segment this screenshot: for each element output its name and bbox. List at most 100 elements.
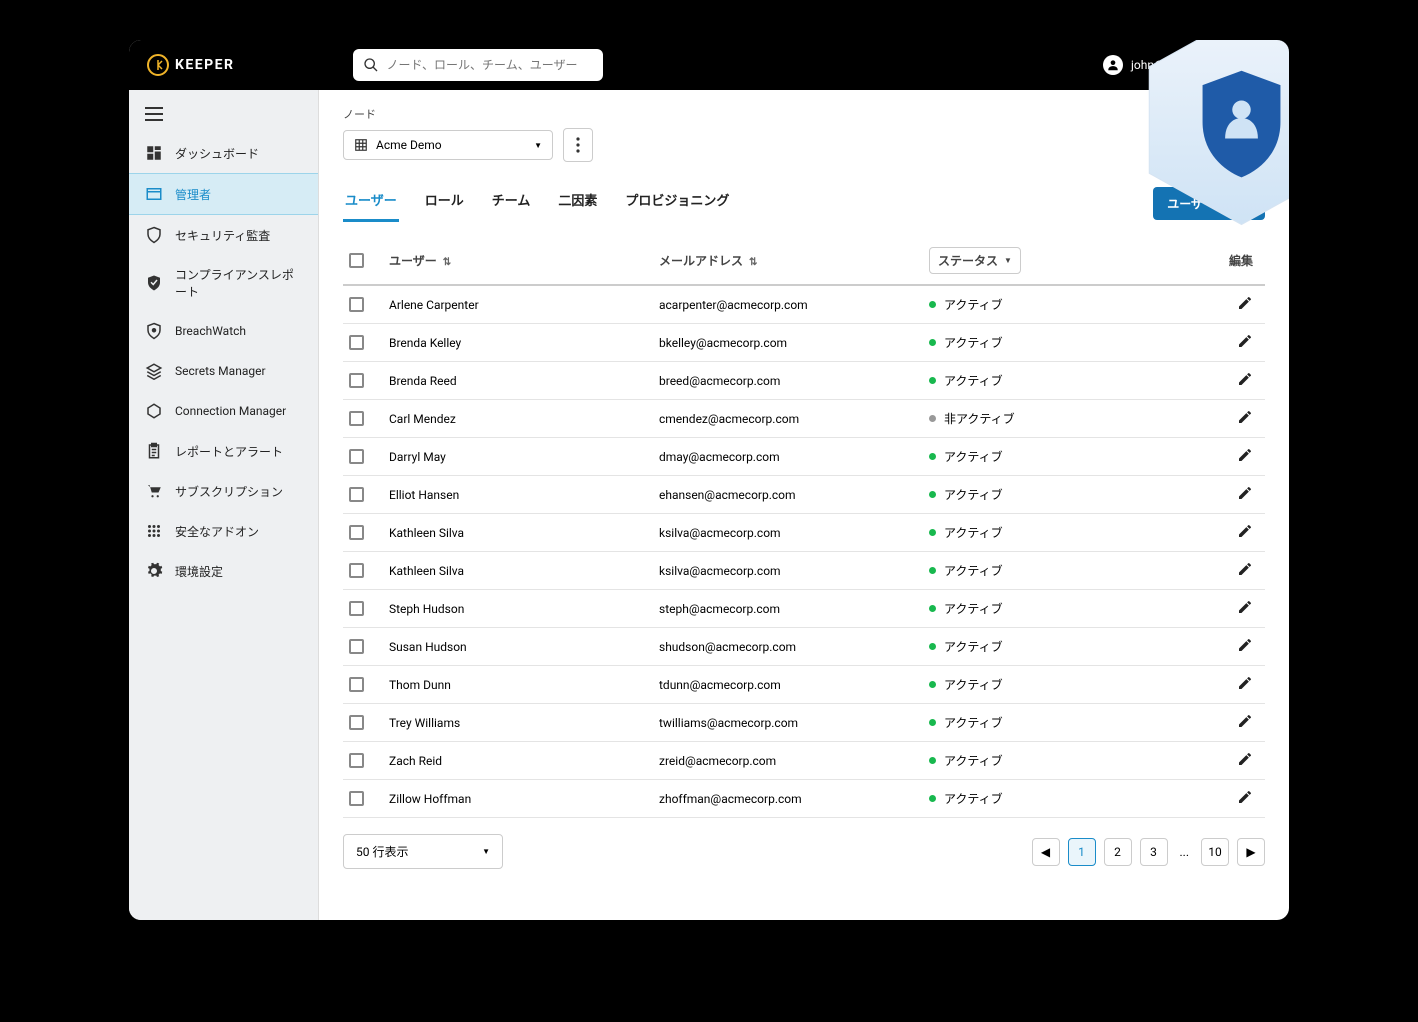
column-email[interactable]: メールアドレス bbox=[659, 252, 929, 269]
status-dot-icon bbox=[929, 567, 936, 574]
row-checkbox[interactable] bbox=[349, 715, 364, 730]
sidebar-item-breachwatch[interactable]: BreachWatch bbox=[129, 311, 318, 351]
row-checkbox[interactable] bbox=[349, 297, 364, 312]
tab-二因素[interactable]: 二因素 bbox=[556, 184, 599, 222]
row-checkbox[interactable] bbox=[349, 487, 364, 502]
status-dot-icon bbox=[929, 377, 936, 384]
row-checkbox[interactable] bbox=[349, 411, 364, 426]
chevron-down-icon: ▼ bbox=[534, 141, 542, 150]
page-3[interactable]: 3 bbox=[1140, 838, 1168, 866]
tab-チーム[interactable]: チーム bbox=[490, 184, 533, 222]
search-box[interactable] bbox=[353, 49, 603, 81]
user-email: twilliams@acmecorp.com bbox=[659, 716, 929, 730]
status-dot-icon bbox=[929, 757, 936, 764]
edit-button[interactable] bbox=[1237, 756, 1253, 770]
sidebar-item-admin[interactable]: 管理者 bbox=[129, 173, 318, 215]
node-selector[interactable]: Acme Demo ▼ bbox=[343, 130, 553, 160]
edit-button[interactable] bbox=[1237, 718, 1253, 732]
edit-button[interactable] bbox=[1237, 490, 1253, 504]
select-all-checkbox[interactable] bbox=[349, 253, 364, 268]
table-row: Trey Williamstwilliams@acmecorp.comアクティブ bbox=[343, 704, 1265, 742]
sidebar-item-label: レポートとアラート bbox=[175, 443, 283, 460]
user-email: ksilva@acmecorp.com bbox=[659, 564, 929, 578]
table-row: Carl Mendezcmendez@acmecorp.com非アクティブ bbox=[343, 400, 1265, 438]
page-prev[interactable]: ◀ bbox=[1032, 838, 1060, 866]
status-dot-icon bbox=[929, 681, 936, 688]
search-wrap bbox=[353, 49, 603, 81]
sidebar-item-secure-addons[interactable]: 安全なアドオン bbox=[129, 511, 318, 551]
gear-icon bbox=[145, 562, 163, 580]
edit-button[interactable] bbox=[1237, 414, 1253, 428]
sidebar-item-dashboard[interactable]: ダッシュボード bbox=[129, 133, 318, 173]
row-checkbox[interactable] bbox=[349, 373, 364, 388]
user-status: アクティブ bbox=[929, 296, 1199, 313]
pencil-icon bbox=[1237, 485, 1253, 501]
row-checkbox[interactable] bbox=[349, 677, 364, 692]
edit-button[interactable] bbox=[1237, 338, 1253, 352]
column-user[interactable]: ユーザー bbox=[389, 252, 659, 269]
table-row: Zillow Hoffmanzhoffman@acmecorp.comアクティブ bbox=[343, 780, 1265, 818]
user-name: Darryl May bbox=[389, 450, 659, 464]
table-header: ユーザー メールアドレス ステータス▼ 編集 bbox=[343, 237, 1265, 286]
page-10[interactable]: 10 bbox=[1201, 838, 1229, 866]
node-more-menu[interactable] bbox=[563, 128, 593, 162]
edit-button[interactable] bbox=[1237, 300, 1253, 314]
sidebar-item-label: 環境設定 bbox=[175, 563, 223, 580]
user-status: アクティブ bbox=[929, 486, 1199, 503]
sidebar-item-label: 安全なアドオン bbox=[175, 523, 259, 540]
layers-icon bbox=[145, 362, 163, 380]
sidebar-item-settings[interactable]: 環境設定 bbox=[129, 551, 318, 591]
shield-check-icon bbox=[145, 274, 163, 292]
sidebar-item-security-audit[interactable]: セキュリティ監査 bbox=[129, 215, 318, 255]
tab-ユーザー[interactable]: ユーザー bbox=[343, 184, 399, 222]
pencil-icon bbox=[1237, 561, 1253, 577]
security-shield-badge bbox=[1139, 40, 1289, 235]
sidebar-item-connection-manager[interactable]: Connection Manager bbox=[129, 391, 318, 431]
user-status: アクティブ bbox=[929, 638, 1199, 655]
user-name: Thom Dunn bbox=[389, 678, 659, 692]
body: ダッシュボード管理者セキュリティ監査コンプライアンスレポートBreachWatc… bbox=[129, 90, 1289, 920]
status-dot-icon bbox=[929, 491, 936, 498]
edit-button[interactable] bbox=[1237, 642, 1253, 656]
apps-icon bbox=[145, 522, 163, 540]
row-checkbox[interactable] bbox=[349, 639, 364, 654]
sidebar-item-compliance[interactable]: コンプライアンスレポート bbox=[129, 255, 318, 311]
row-checkbox[interactable] bbox=[349, 791, 364, 806]
tab-プロビジョニング[interactable]: プロビジョニング bbox=[623, 184, 731, 222]
edit-button[interactable] bbox=[1237, 604, 1253, 618]
pencil-icon bbox=[1237, 409, 1253, 425]
page-1[interactable]: 1 bbox=[1068, 838, 1096, 866]
user-email: breed@acmecorp.com bbox=[659, 374, 929, 388]
rows-per-page-select[interactable]: 50 行表示 ▼ bbox=[343, 834, 503, 869]
status-dot-icon bbox=[929, 795, 936, 802]
page-next[interactable]: ▶ bbox=[1237, 838, 1265, 866]
hamburger-menu[interactable] bbox=[129, 98, 318, 133]
row-checkbox[interactable] bbox=[349, 525, 364, 540]
edit-button[interactable] bbox=[1237, 528, 1253, 542]
user-name: Trey Williams bbox=[389, 716, 659, 730]
edit-button[interactable] bbox=[1237, 680, 1253, 694]
edit-button[interactable] bbox=[1237, 566, 1253, 580]
pencil-icon bbox=[1237, 333, 1253, 349]
search-input[interactable] bbox=[387, 58, 593, 72]
sidebar-item-secrets-manager[interactable]: Secrets Manager bbox=[129, 351, 318, 391]
row-checkbox[interactable] bbox=[349, 335, 364, 350]
edit-button[interactable] bbox=[1237, 794, 1253, 808]
row-checkbox[interactable] bbox=[349, 601, 364, 616]
sidebar-item-label: Connection Manager bbox=[175, 404, 286, 418]
column-status[interactable]: ステータス▼ bbox=[929, 247, 1199, 274]
page-2[interactable]: 2 bbox=[1104, 838, 1132, 866]
sidebar-item-subscription[interactable]: サブスクリプション bbox=[129, 471, 318, 511]
node-label: ノード bbox=[343, 106, 593, 122]
table-row: Arlene Carpenteracarpenter@acmecorp.comア… bbox=[343, 286, 1265, 324]
edit-button[interactable] bbox=[1237, 452, 1253, 466]
table-row: Kathleen Silvaksilva@acmecorp.comアクティブ bbox=[343, 552, 1265, 590]
tab-ロール[interactable]: ロール bbox=[423, 184, 466, 222]
edit-button[interactable] bbox=[1237, 376, 1253, 390]
user-status: アクティブ bbox=[929, 752, 1199, 769]
row-checkbox[interactable] bbox=[349, 449, 364, 464]
user-status: アクティブ bbox=[929, 600, 1199, 617]
row-checkbox[interactable] bbox=[349, 563, 364, 578]
row-checkbox[interactable] bbox=[349, 753, 364, 768]
sidebar-item-reports-alerts[interactable]: レポートとアラート bbox=[129, 431, 318, 471]
